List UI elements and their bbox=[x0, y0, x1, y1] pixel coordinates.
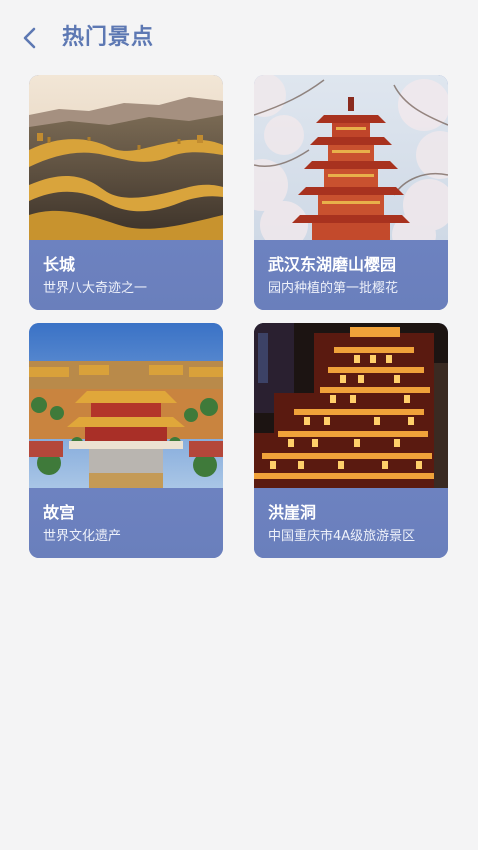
attraction-name: 故宫 bbox=[43, 503, 76, 522]
attraction-name: 长城 bbox=[43, 255, 76, 274]
attraction-info: 长城 世界八大奇迹之一 bbox=[29, 240, 223, 310]
attraction-card-great-wall[interactable]: 长城 世界八大奇迹之一 bbox=[29, 75, 223, 310]
attraction-info: 洪崖洞 中国重庆市4A级旅游景区 bbox=[254, 488, 448, 558]
attraction-card-hongyadong[interactable]: 洪崖洞 中国重庆市4A级旅游景区 bbox=[254, 323, 448, 558]
attraction-info: 故宫 世界文化遗产 bbox=[29, 488, 223, 558]
attraction-card-forbidden-city[interactable]: 故宫 世界文化遗产 bbox=[29, 323, 223, 558]
attraction-info: 武汉东湖磨山樱园 园内种植的第一批樱花 bbox=[254, 240, 448, 310]
cherry-blossom-pagoda-photo bbox=[254, 75, 448, 240]
back-button[interactable] bbox=[14, 22, 48, 54]
attraction-desc: 世界文化遗产 bbox=[43, 529, 122, 544]
attraction-desc: 世界八大奇迹之一 bbox=[43, 281, 148, 296]
page-title: 热门景点 bbox=[62, 25, 155, 50]
forbidden-city-photo bbox=[29, 323, 223, 488]
great-wall-photo bbox=[29, 75, 223, 240]
chevron-left-icon bbox=[23, 27, 36, 49]
hongyadong-night-photo bbox=[254, 323, 448, 488]
attraction-desc: 园内种植的第一批樱花 bbox=[268, 281, 399, 296]
attraction-name: 洪崖洞 bbox=[268, 503, 317, 522]
header-bar: 热门景点 bbox=[0, 0, 478, 76]
attraction-name: 武汉东湖磨山樱园 bbox=[268, 255, 397, 274]
attraction-card-cherry-blossom[interactable]: 武汉东湖磨山樱园 园内种植的第一批樱花 bbox=[254, 75, 448, 310]
attraction-desc: 中国重庆市4A级旅游景区 bbox=[268, 529, 416, 544]
